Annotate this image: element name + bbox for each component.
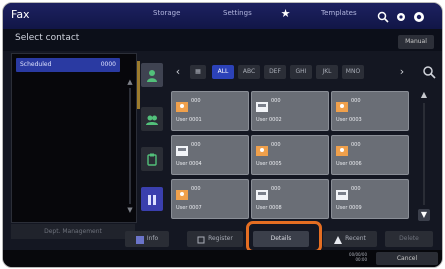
contact-name: 000 (271, 98, 281, 104)
index-tab-abc[interactable]: ABC (238, 65, 260, 79)
fax-contact-icon (256, 185, 268, 200)
index-bar: ‹ ▦ ALL ABC DEF GHI JKL MNO › (166, 63, 438, 81)
nav-storage[interactable]: Storage (153, 9, 180, 17)
contact-scrollbar[interactable]: ▲ ▼ (418, 89, 430, 221)
contact-tile[interactable]: 000 User 0008 (251, 179, 329, 219)
contact-name: 000 (351, 142, 361, 148)
timestamp-time: 00:00 (355, 257, 367, 262)
tab-contacts[interactable] (141, 63, 163, 87)
folder-item-selected[interactable]: Scheduled 0000 (16, 58, 120, 72)
nav-settings[interactable]: Settings (223, 9, 252, 17)
scroll-down-icon[interactable]: ▼ (126, 206, 134, 214)
group-contact-icon (256, 141, 268, 156)
contact-name: 000 (191, 186, 201, 192)
info-button[interactable]: Info (125, 231, 169, 247)
contact-subtitle: User 0009 (336, 205, 362, 211)
contact-tile[interactable]: 000 User 0001 (171, 91, 249, 131)
gear-icon[interactable] (395, 8, 407, 21)
contact-tile[interactable]: 000 User 0005 (251, 135, 329, 175)
scroll-up-icon[interactable]: ▲ (418, 89, 430, 101)
dept-management-button[interactable]: Dept. Management (11, 224, 135, 239)
tile-view-icon (146, 192, 158, 206)
contact-subtitle: User 0004 (176, 161, 202, 167)
contact-tile[interactable]: 000 User 0002 (251, 91, 329, 131)
timestamp: 00/00/00 00:00 (349, 252, 367, 262)
contact-name: 000 (191, 142, 201, 148)
tab-tile-view[interactable] (141, 187, 163, 211)
top-header: Fax Storage Settings ★ Templates (3, 3, 442, 29)
contact-name: 000 (191, 98, 201, 104)
contact-subtitle: User 0001 (176, 117, 202, 123)
contact-subtitle: User 0005 (256, 161, 282, 167)
recent-button[interactable]: Recent (323, 231, 377, 247)
scroll-track[interactable] (129, 88, 131, 204)
screen-label: Select contact (15, 33, 80, 43)
delete-button[interactable]: Delete (385, 231, 433, 247)
fax-contact-icon (176, 141, 188, 156)
contact-name: 000 (271, 186, 281, 192)
index-tab-mno[interactable]: MNO (342, 65, 364, 79)
view-tabs (141, 55, 163, 225)
contact-subtitle: User 0002 (256, 117, 282, 123)
folder-list-panel: Scheduled 0000 ▲ ▼ (11, 53, 137, 223)
fax-contact-icon (256, 97, 268, 112)
scroll-down-icon[interactable]: ▼ (418, 209, 430, 221)
contact-tile[interactable]: 000 User 0009 (331, 179, 409, 219)
search-icon[interactable] (422, 64, 436, 80)
sub-header: Select contact Manual (3, 29, 442, 51)
index-tab-ghi[interactable]: GHI (290, 65, 312, 79)
folder-scrollbar[interactable]: ▲ ▼ (126, 78, 134, 214)
contact-person-icon (146, 68, 158, 82)
index-next-icon[interactable]: › (396, 65, 408, 79)
tab-groups[interactable] (141, 107, 163, 131)
recent-icon (334, 235, 343, 244)
contact-subtitle: User 0003 (336, 117, 362, 123)
app-title: Fax (11, 8, 30, 21)
contact-name: 000 (351, 98, 361, 104)
scroll-track[interactable] (423, 103, 425, 205)
panel-divider-handle[interactable] (137, 61, 140, 109)
tab-list[interactable] (141, 147, 163, 171)
search-icon[interactable] (377, 8, 389, 23)
star-icon[interactable]: ★ (279, 7, 292, 20)
index-grid-icon[interactable]: ▦ (190, 65, 206, 79)
group-contact-icon (336, 97, 348, 112)
group-contact-icon (176, 185, 188, 200)
contact-tile[interactable]: 000 User 0007 (171, 179, 249, 219)
contact-name: 000 (351, 186, 361, 192)
fax-contact-icon (336, 185, 348, 200)
contact-subtitle: User 0008 (256, 205, 282, 211)
contact-subtitle: User 0006 (336, 161, 362, 167)
status-bar: 00/00/00 00:00 Cancel (3, 250, 442, 267)
highlight-frame (246, 221, 322, 253)
group-icon (146, 112, 158, 126)
folder-item-count: 0000 (100, 61, 116, 68)
manual-button[interactable]: Manual (398, 35, 434, 49)
cancel-button[interactable]: Cancel (376, 252, 438, 265)
group-contact-icon (176, 97, 188, 112)
info-icon (135, 235, 144, 244)
help-icon[interactable] (413, 8, 425, 22)
contact-name: 000 (271, 142, 281, 148)
contact-tile[interactable]: 000 User 0003 (331, 91, 409, 131)
contact-subtitle: User 0007 (176, 205, 202, 211)
contact-tile[interactable]: 000 User 0006 (331, 135, 409, 175)
register-icon (197, 235, 205, 243)
nav-templates[interactable]: Templates (321, 9, 357, 17)
register-button[interactable]: Register (187, 231, 243, 247)
index-tab-jkl[interactable]: JKL (316, 65, 338, 79)
index-tab-all[interactable]: ALL (212, 65, 234, 79)
index-tab-def[interactable]: DEF (264, 65, 286, 79)
folder-item-name: Scheduled (20, 61, 52, 68)
contact-tile[interactable]: 000 User 0004 (171, 135, 249, 175)
scroll-up-icon[interactable]: ▲ (126, 78, 134, 86)
contact-grid: 000 User 0001 000 User 0002 000 User 0003 000 U… (171, 91, 415, 219)
group-contact-icon (336, 141, 348, 156)
screen-frame: Fax Storage Settings ★ Templates Select … (2, 2, 443, 268)
index-prev-icon[interactable]: ‹ (172, 65, 184, 79)
clipboard-icon (146, 152, 158, 166)
